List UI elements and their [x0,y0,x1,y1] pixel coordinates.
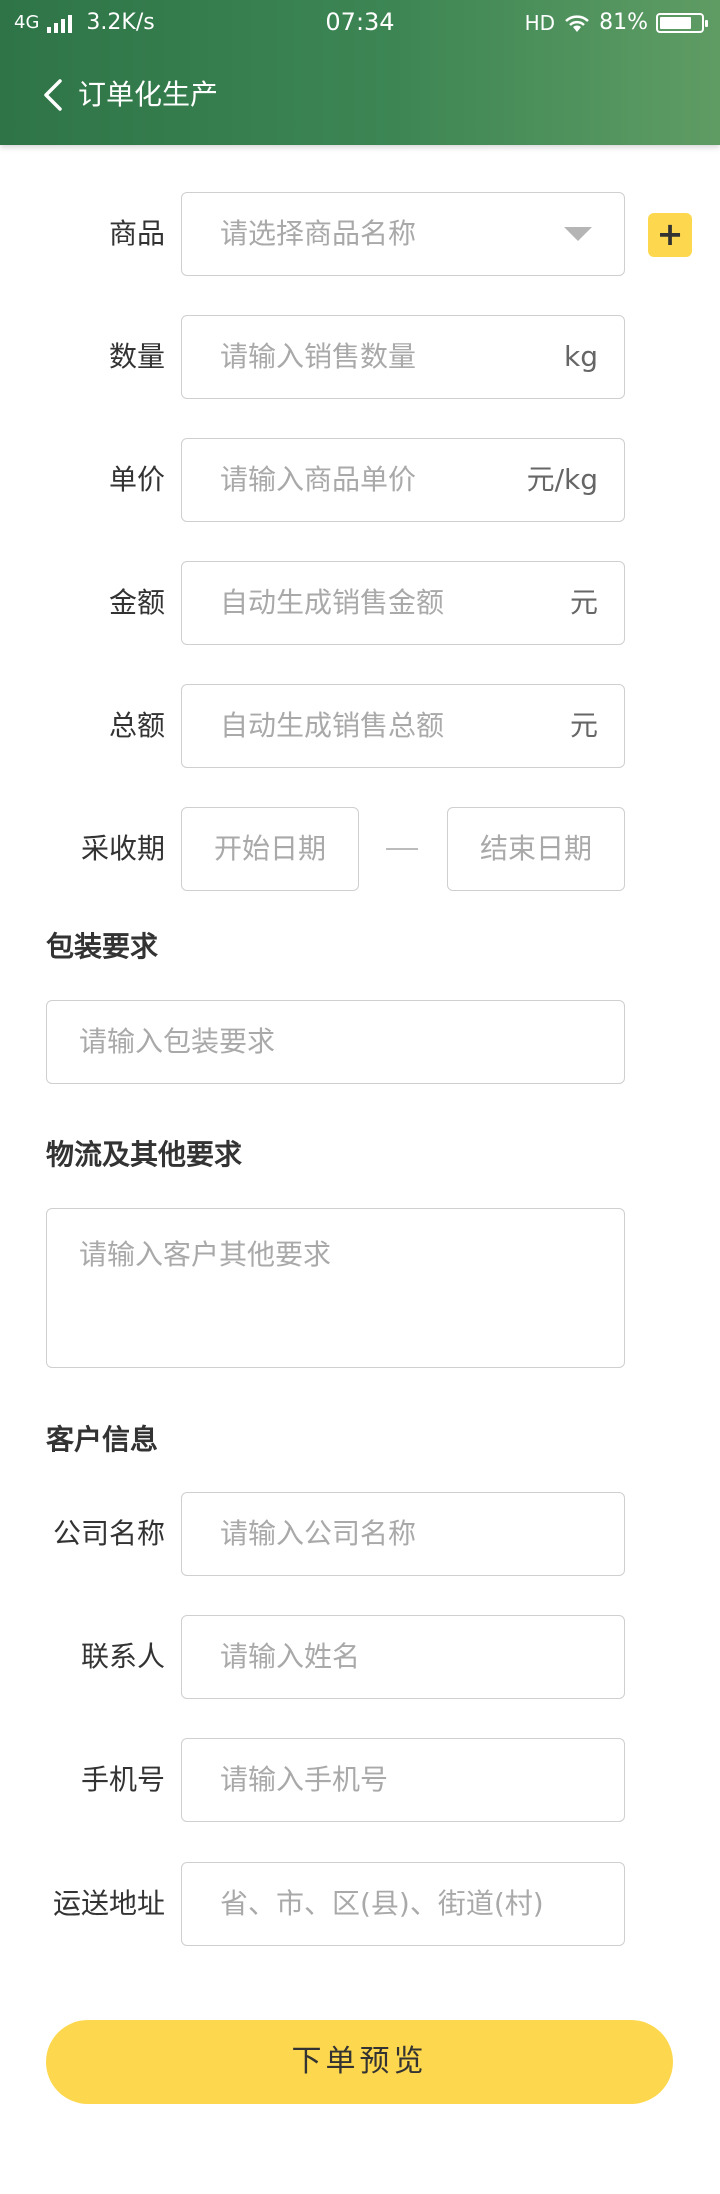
nav-bar: 订单化生产 [0,55,720,135]
harvest-row: 采收期 开始日期 结束日期 [0,807,720,891]
company-placeholder: 请输入公司名称 [220,1517,417,1550]
total-placeholder: 自动生成销售总额 [220,709,445,742]
contact-label: 联系人 [80,1640,165,1673]
unit-price-unit: 元/kg [526,463,598,496]
back-button[interactable] [40,77,68,113]
order-preview-button[interactable]: 下单预览 [46,2020,673,2104]
quantity-label: 数量 [108,340,165,373]
quantity-unit: kg [564,340,598,373]
address-row: 运送地址 省、市、区(县)、街道(村) [0,1862,720,1946]
amount-placeholder: 自动生成销售金额 [220,586,445,619]
product-select[interactable]: 请选择商品名称 [181,192,625,276]
contact-input[interactable]: 请输入姓名 [181,1615,625,1699]
company-label: 公司名称 [52,1517,165,1550]
add-product-button[interactable]: + [648,213,692,257]
product-row: 商品 请选择商品名称 + [0,192,720,276]
logistics-title: 物流及其他要求 [46,1138,243,1171]
packaging-title: 包装要求 [46,930,159,963]
product-label: 商品 [108,217,165,250]
address-input[interactable]: 省、市、区(县)、街道(村) [181,1862,625,1946]
phone-label: 手机号 [80,1763,165,1796]
hd-indicator: HD [524,10,556,35]
contact-row: 联系人 请输入姓名 [0,1615,720,1699]
logistics-placeholder: 请输入客户其他要求 [79,1238,332,1271]
page-title: 订单化生产 [78,78,219,111]
company-row: 公司名称 请输入公司名称 [0,1492,720,1576]
dropdown-arrow-icon [564,227,592,241]
contact-placeholder: 请输入姓名 [220,1640,361,1673]
amount-unit: 元 [569,586,598,619]
status-bar: 4G 3.2K/s 07:34 HD 81% [0,0,720,50]
wifi-icon [565,14,589,32]
app-header: 4G 3.2K/s 07:34 HD 81% 订单化生产 [0,0,720,145]
total-field[interactable]: 自动生成销售总额 元 [181,684,625,768]
chevron-left-icon [44,79,62,111]
company-input[interactable]: 请输入公司名称 [181,1492,625,1576]
amount-row: 金额 自动生成销售金额 元 [0,561,720,645]
unit-price-label: 单价 [108,463,165,496]
unit-price-row: 单价 请输入商品单价 元/kg [0,438,720,522]
address-placeholder: 省、市、区(县)、街道(村) [220,1887,544,1920]
battery-icon [656,12,708,33]
phone-input[interactable]: 请输入手机号 [181,1738,625,1822]
quantity-row: 数量 请输入销售数量 kg [0,315,720,399]
unit-price-placeholder: 请输入商品单价 [220,463,417,496]
amount-field[interactable]: 自动生成销售金额 元 [181,561,625,645]
battery-percent: 81% [599,10,648,35]
total-unit: 元 [569,709,598,742]
amount-label: 金额 [108,586,165,619]
total-row: 总额 自动生成销售总额 元 [0,684,720,768]
packaging-input[interactable]: 请输入包装要求 [46,1000,625,1084]
quantity-input[interactable]: 请输入销售数量 kg [181,315,625,399]
harvest-label: 采收期 [80,832,165,865]
product-placeholder: 请选择商品名称 [220,217,417,250]
customer-title: 客户信息 [46,1423,159,1456]
end-date-field[interactable]: 结束日期 [447,807,625,891]
unit-price-input[interactable]: 请输入商品单价 元/kg [181,438,625,522]
address-label: 运送地址 [52,1887,165,1920]
date-separator [386,848,418,850]
phone-row: 手机号 请输入手机号 [0,1738,720,1822]
logistics-textarea[interactable]: 请输入客户其他要求 [46,1208,625,1368]
phone-placeholder: 请输入手机号 [220,1763,389,1796]
total-label: 总额 [108,709,165,742]
quantity-placeholder: 请输入销售数量 [220,340,417,373]
packaging-placeholder: 请输入包装要求 [79,1025,276,1058]
start-date-field[interactable]: 开始日期 [181,807,359,891]
